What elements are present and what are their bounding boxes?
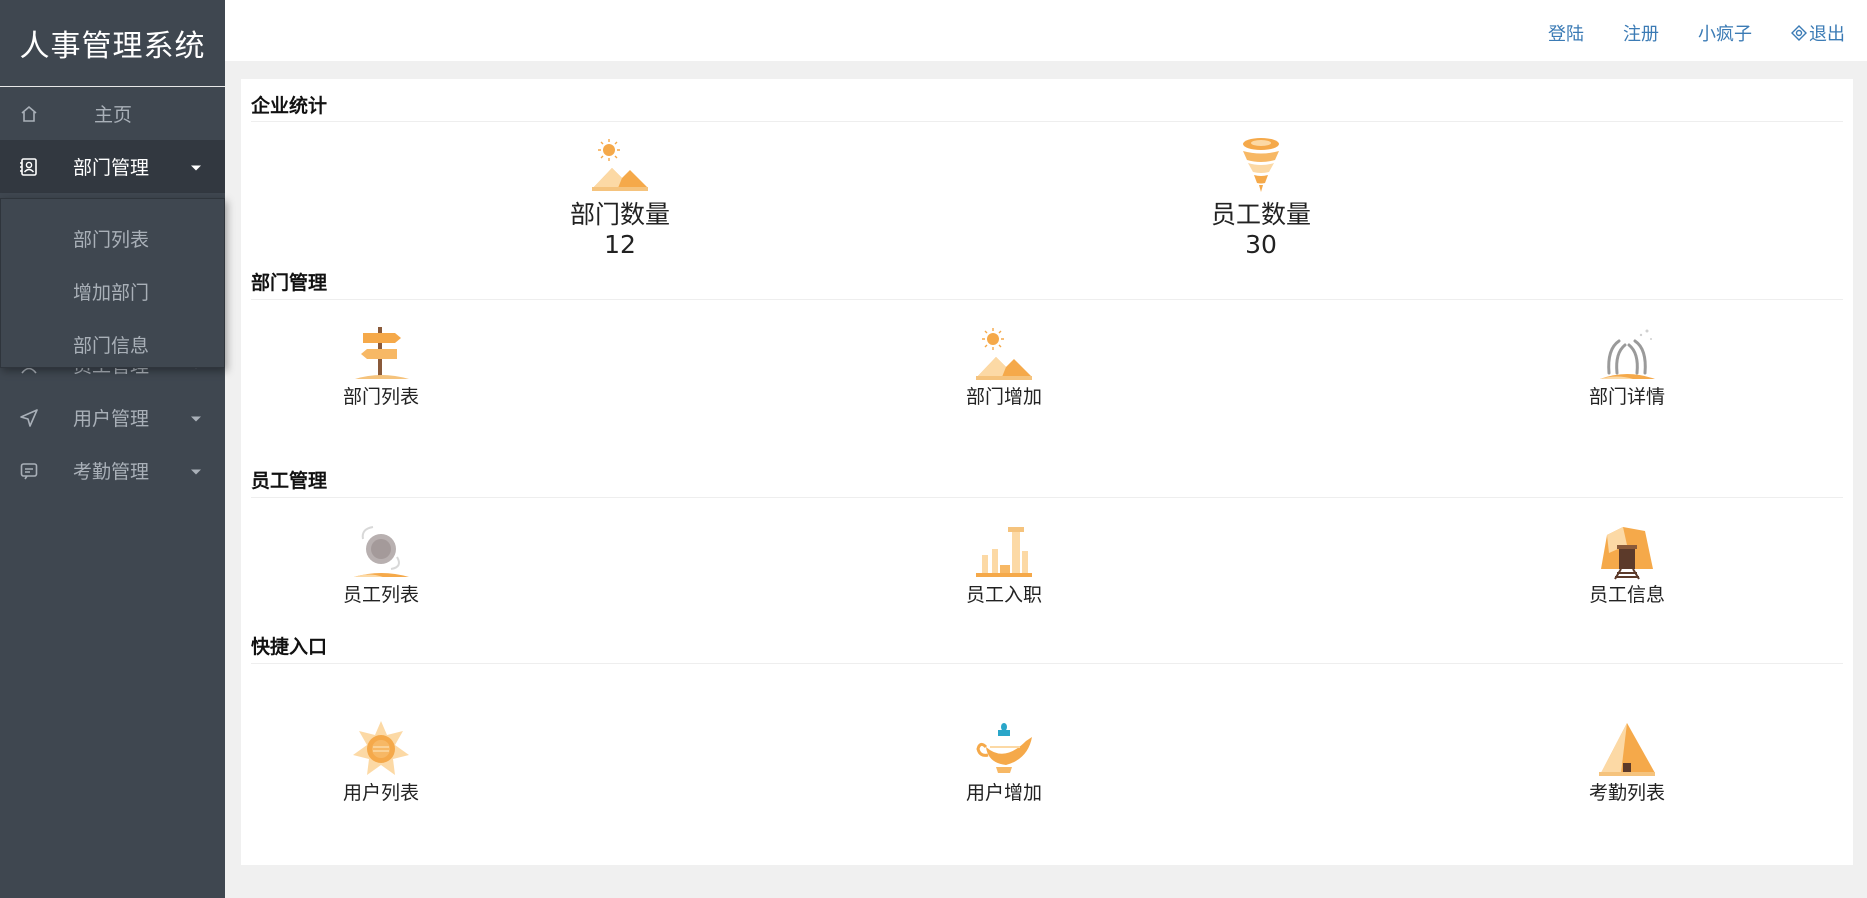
tile-emp-onboard[interactable]: 员工入职 <box>924 521 1084 607</box>
message-icon <box>18 460 40 482</box>
sheriff-badge-icon <box>351 719 411 779</box>
tile-attendance-list[interactable]: 考勤列表 <box>1547 719 1707 805</box>
dept-submenu: 部门列表 增加部门 部门信息 <box>0 198 225 368</box>
caret-down-icon <box>191 469 201 474</box>
logout-icon <box>1790 24 1808 42</box>
tile-label: 用户列表 <box>342 782 419 804</box>
tile-user-add[interactable]: 用户增加 <box>924 719 1084 805</box>
app-title: 人事管理系统 <box>0 0 225 87</box>
sidebar-item-label: 部门管理 <box>73 157 150 179</box>
logout-label: 退出 <box>1809 24 1845 45</box>
desert-sun-icon <box>974 323 1034 383</box>
main-panel: 企业统计 部门数量 12 员工数量 30 部门管理 部门列表 部门增加 部门详情 <box>241 79 1853 865</box>
ruins-icon <box>974 521 1034 581</box>
caret-down-icon <box>191 165 201 170</box>
sidebar-item-label: 用户管理 <box>73 408 150 430</box>
tile-label: 员工入职 <box>965 584 1042 606</box>
stat-label: 员工数量 <box>1210 200 1311 229</box>
sidebar-item-home[interactable]: 主页 <box>0 87 225 140</box>
tile-dept-detail[interactable]: 部门详情 <box>1547 323 1707 409</box>
signpost-icon <box>351 323 411 383</box>
sidebar-item-label: 考勤管理 <box>73 461 150 483</box>
section-title-employee: 员工管理 <box>251 470 328 492</box>
stat-dept-count: 部门数量 12 <box>520 136 720 260</box>
stat-value: 12 <box>604 230 636 259</box>
tile-label: 部门增加 <box>965 386 1042 408</box>
tile-dept-list[interactable]: 部门列表 <box>301 323 461 409</box>
home-icon <box>18 103 40 125</box>
pyramid-icon <box>1597 719 1657 779</box>
section-title-quick: 快捷入口 <box>251 636 328 658</box>
tile-label: 用户增加 <box>965 782 1042 804</box>
sidebar-item-label: 主页 <box>94 104 133 126</box>
stat-label: 部门数量 <box>569 200 670 229</box>
sandstorm-icon <box>351 521 411 581</box>
logout-link[interactable]: 退出 <box>1790 20 1845 46</box>
contact-card-icon <box>18 156 40 178</box>
top-bar: 登陆 注册 小疯子 退出 <box>225 0 1867 61</box>
tile-user-list[interactable]: 用户列表 <box>301 719 461 805</box>
send-icon <box>18 407 40 429</box>
mine-entrance-icon <box>1597 521 1657 581</box>
submenu-item-add-dept[interactable]: 增加部门 <box>1 265 224 318</box>
caret-down-icon <box>191 416 201 421</box>
section-title-stats: 企业统计 <box>251 95 328 117</box>
sidebar-item-user[interactable]: 用户管理 <box>0 391 225 444</box>
section-divider <box>251 663 1843 664</box>
section-divider <box>251 121 1843 122</box>
tile-emp-info[interactable]: 员工信息 <box>1547 521 1707 607</box>
tornado-icon <box>1231 136 1291 194</box>
register-link[interactable]: 注册 <box>1623 20 1659 46</box>
stat-employee-count: 员工数量 30 <box>1161 136 1361 260</box>
tile-label: 部门详情 <box>1588 386 1665 408</box>
desert-sun-icon <box>590 136 650 194</box>
stat-value: 30 <box>1245 230 1277 259</box>
tile-label: 员工信息 <box>1588 584 1665 606</box>
sidebar: 人事管理系统 主页 部门管理 员工管理 用户管理 考勤管理 <box>0 0 225 898</box>
tile-dept-add[interactable]: 部门增加 <box>924 323 1084 409</box>
ribs-skeleton-icon <box>1597 323 1657 383</box>
submenu-item-dept-list[interactable]: 部门列表 <box>1 212 224 265</box>
magic-lamp-icon <box>974 719 1034 779</box>
sidebar-item-dept[interactable]: 部门管理 <box>0 140 225 193</box>
tile-label: 部门列表 <box>342 386 419 408</box>
tile-label: 员工列表 <box>342 584 419 606</box>
sidebar-item-attendance[interactable]: 考勤管理 <box>0 444 225 497</box>
submenu-item-dept-info[interactable]: 部门信息 <box>1 318 224 371</box>
section-divider <box>251 299 1843 300</box>
tile-emp-list[interactable]: 员工列表 <box>301 521 461 607</box>
section-title-dept: 部门管理 <box>251 272 328 294</box>
section-divider <box>251 497 1843 498</box>
username-link[interactable]: 小疯子 <box>1698 20 1752 46</box>
tile-label: 考勤列表 <box>1588 782 1665 804</box>
login-link[interactable]: 登陆 <box>1548 20 1584 46</box>
